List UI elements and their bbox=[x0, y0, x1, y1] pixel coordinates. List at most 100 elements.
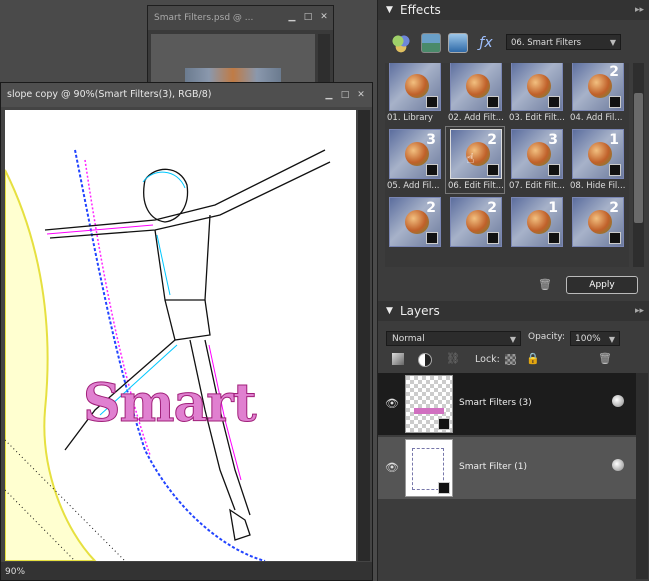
effects-panel-header[interactable]: ▼ Effects ▸▸ bbox=[378, 0, 649, 20]
step-number: 3 bbox=[426, 132, 436, 148]
effects-category-value: 06. Smart Filters bbox=[511, 38, 582, 48]
layer-thumbnail bbox=[405, 439, 453, 497]
smart-object-badge-icon bbox=[487, 232, 499, 244]
effect-thumbnail: 3 bbox=[511, 129, 563, 179]
opacity-field[interactable]: 100% ▼ bbox=[570, 331, 620, 346]
chevron-down-icon: ▼ bbox=[608, 335, 615, 344]
maximize-icon[interactable]: □ bbox=[340, 90, 350, 100]
panel-bin: ▼ Effects ▸▸ ƒx 06. Smart Filters ▼ 01. … bbox=[377, 0, 649, 581]
minimize-icon[interactable]: ▁ bbox=[287, 12, 297, 22]
smart-object-badge-icon bbox=[548, 164, 560, 176]
document-title: slope copy @ 90%(Smart Filters(3), RGB/8… bbox=[1, 83, 372, 107]
photo-effects-icon[interactable] bbox=[448, 33, 468, 53]
panel-menu-icon[interactable]: ▸▸ bbox=[635, 301, 644, 321]
chevron-down-icon: ▼ bbox=[609, 38, 616, 47]
effect-item[interactable]: 02. Add Filt... bbox=[446, 63, 504, 125]
step-number: 1 bbox=[548, 200, 558, 216]
apple-image bbox=[527, 74, 551, 98]
zoom-level: 90% bbox=[5, 567, 26, 577]
smart-text-layer: Smart bbox=[83, 373, 258, 435]
effect-item[interactable]: 3 07. Edit Filt... bbox=[507, 127, 565, 193]
effect-label: 06. Edit Filt... bbox=[448, 181, 504, 191]
effect-thumbnail: 2 bbox=[450, 129, 502, 179]
step-number: 3 bbox=[548, 132, 558, 148]
layer-row[interactable]: 👁 Smart Filter (1) bbox=[378, 437, 636, 499]
layer-styles-icon[interactable] bbox=[421, 33, 441, 53]
smart-object-badge-icon bbox=[548, 96, 560, 108]
delete-layer-icon[interactable]: 🗑 bbox=[598, 352, 612, 365]
document-horizontal-scrollbar[interactable]: 90% bbox=[1, 562, 372, 580]
smart-object-badge-icon bbox=[487, 164, 499, 176]
document-window[interactable]: slope copy @ 90%(Smart Filters(3), RGB/8… bbox=[0, 82, 373, 581]
effect-thumbnail bbox=[450, 63, 502, 111]
smart-filter-icon[interactable] bbox=[612, 459, 624, 471]
effect-item[interactable]: 3 05. Add Fil... bbox=[385, 127, 443, 193]
smart-object-badge-icon bbox=[426, 232, 438, 244]
smart-object-badge-icon bbox=[548, 232, 560, 244]
effect-item[interactable]: 2 bbox=[385, 195, 443, 261]
effect-thumbnail bbox=[511, 63, 563, 111]
layers-panel-header[interactable]: ▼ Layers ▸▸ bbox=[378, 301, 649, 321]
minimize-icon[interactable]: ▁ bbox=[324, 90, 334, 100]
effect-thumbnail: 2 bbox=[389, 197, 441, 247]
visibility-eye-icon[interactable]: 👁 bbox=[385, 397, 399, 410]
smart-object-badge-icon bbox=[609, 96, 621, 108]
document-vertical-scrollbar[interactable] bbox=[358, 110, 370, 561]
hand-cursor-icon: ☝ bbox=[466, 151, 475, 167]
visibility-eye-icon[interactable]: 👁 bbox=[385, 461, 399, 474]
effect-item[interactable]: 2 06. Edit Filt... ☝ bbox=[445, 126, 505, 194]
effect-label: 01. Library bbox=[387, 113, 433, 123]
effect-item[interactable]: 2 04. Add Fil... bbox=[568, 63, 626, 125]
layers-scrollbar[interactable] bbox=[636, 373, 648, 579]
close-icon[interactable]: ✕ bbox=[319, 12, 329, 22]
layer-name: Smart Filter (1) bbox=[459, 462, 527, 472]
image-canvas[interactable]: Smart bbox=[5, 110, 356, 561]
filters-icon[interactable] bbox=[391, 33, 411, 53]
collapse-triangle-icon[interactable]: ▼ bbox=[386, 301, 393, 321]
effect-item[interactable]: 01. Library bbox=[385, 63, 443, 125]
effect-label: 05. Add Fil... bbox=[387, 181, 440, 191]
effects-grid: 01. Library 02. Add Filt... 03. Edit Filt.… bbox=[385, 63, 629, 267]
smart-object-badge-icon bbox=[426, 96, 438, 108]
layer-name: Smart Filters (3) bbox=[459, 398, 532, 408]
lock-transparency-icon[interactable] bbox=[505, 354, 516, 365]
effect-label: 07. Edit Filt... bbox=[509, 181, 565, 191]
apple-image bbox=[405, 74, 429, 98]
effect-thumbnail: 3 bbox=[389, 129, 441, 179]
fx-icon[interactable]: ƒx bbox=[476, 33, 496, 53]
smart-filter-icon[interactable] bbox=[612, 395, 624, 407]
effect-thumbnail: 2 bbox=[572, 197, 624, 247]
effect-item[interactable]: 1 08. Hide Fil... bbox=[568, 127, 626, 193]
effects-category-dropdown[interactable]: 06. Smart Filters ▼ bbox=[506, 34, 621, 50]
effect-label: 02. Add Filt... bbox=[448, 113, 504, 123]
panel-menu-icon[interactable]: ▸▸ bbox=[635, 0, 644, 20]
layers-panel: ▼ Layers ▸▸ Normal ▼ Opacity: 100% ▼ ⛓ L… bbox=[378, 301, 649, 581]
step-number: 2 bbox=[487, 200, 497, 216]
blend-mode-dropdown[interactable]: Normal ▼ bbox=[386, 331, 521, 346]
collapse-triangle-icon[interactable]: ▼ bbox=[386, 0, 393, 20]
effects-scrollbar[interactable] bbox=[633, 63, 644, 267]
effect-item[interactable]: 2 bbox=[568, 195, 626, 261]
adjustment-layer-icon[interactable] bbox=[418, 353, 432, 367]
blend-mode-value: Normal bbox=[392, 334, 425, 344]
maximize-icon[interactable]: □ bbox=[303, 12, 313, 22]
apply-button[interactable]: Apply bbox=[566, 276, 638, 294]
effect-thumbnail: 1 bbox=[511, 197, 563, 247]
effect-item[interactable]: 2 bbox=[446, 195, 504, 261]
layers-panel-title: Layers bbox=[400, 304, 440, 318]
new-layer-icon[interactable] bbox=[392, 353, 404, 365]
close-icon[interactable]: ✕ bbox=[356, 90, 366, 100]
smart-object-badge-icon bbox=[609, 232, 621, 244]
scroll-thumb[interactable] bbox=[634, 93, 643, 223]
effect-item[interactable]: 1 bbox=[507, 195, 565, 261]
smart-object-badge-icon bbox=[609, 164, 621, 176]
link-icon[interactable]: ⛓ bbox=[446, 352, 460, 365]
smart-object-badge-icon bbox=[487, 96, 499, 108]
effect-thumbnail: 2 bbox=[450, 197, 502, 247]
edge-filtered-image bbox=[5, 110, 356, 561]
lock-all-icon[interactable]: 🔒 bbox=[526, 352, 540, 365]
layer-row[interactable]: 👁 Smart Filters (3) bbox=[378, 373, 636, 435]
trash-icon[interactable]: 🗑 bbox=[538, 278, 552, 291]
effect-item[interactable]: 03. Edit Filt... bbox=[507, 63, 565, 125]
step-number: 2 bbox=[609, 64, 619, 80]
